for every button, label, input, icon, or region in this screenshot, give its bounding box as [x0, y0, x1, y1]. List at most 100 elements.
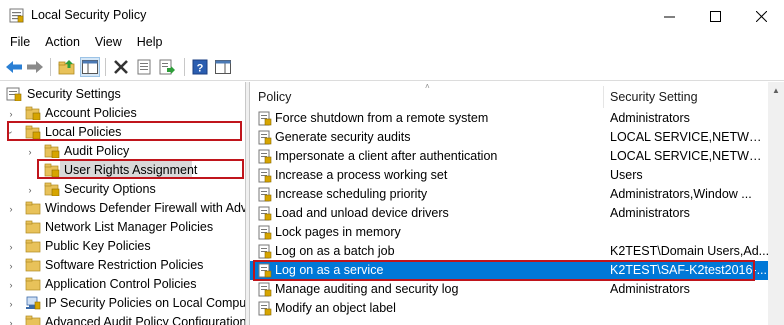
policy-name: Load and unload device drivers: [275, 206, 449, 220]
folder-icon: [25, 220, 41, 234]
policy-item-icon: [258, 111, 272, 126]
close-button[interactable]: [738, 0, 784, 32]
folder-lock-icon: [44, 144, 60, 158]
minimize-icon: [663, 16, 675, 17]
minimize-button[interactable]: [646, 0, 692, 32]
tree-item-label: Security Options: [64, 182, 156, 196]
expand-arrow-icon[interactable]: ›: [6, 237, 16, 256]
expand-arrow-icon[interactable]: ›: [6, 294, 16, 313]
expand-arrow-icon[interactable]: ›: [6, 199, 16, 218]
security-setting-value: Administrators: [610, 282, 690, 296]
console-tree: Security Settings › Account Policies › L…: [0, 82, 246, 325]
folder-icon: [25, 315, 41, 325]
highlight-box-user-rights: [37, 159, 244, 179]
vertical-scrollbar[interactable]: ▲: [768, 82, 784, 325]
policy-item-icon: [258, 149, 272, 164]
policy-name: Increase a process working set: [275, 168, 448, 182]
menu-view[interactable]: View: [95, 32, 122, 53]
tree-item-label: IP Security Policies on Local Computer: [45, 296, 246, 310]
security-setting-value: Administrators: [610, 206, 690, 220]
policy-name: Modify an object label: [275, 301, 396, 315]
title-bar: Local Security Policy: [0, 0, 784, 32]
maximize-icon: [709, 10, 721, 22]
expand-arrow-icon[interactable]: ›: [6, 313, 16, 325]
column-divider[interactable]: [603, 86, 604, 108]
menu-action[interactable]: Action: [45, 32, 80, 53]
folder-lock-icon: [25, 106, 41, 120]
show-tree-icon: [82, 60, 98, 74]
list-row[interactable]: Load and unload device drivers Administra…: [250, 204, 772, 223]
tree-item-label: Network List Manager Policies: [45, 220, 214, 234]
export-list-button[interactable]: [157, 57, 177, 77]
tree-item-windows-defender-firewall[interactable]: › Windows Defender Firewall with Advan: [0, 199, 246, 218]
up-one-level-button[interactable]: [57, 57, 77, 77]
column-header-security-setting[interactable]: Security Setting: [610, 82, 770, 111]
policy-item-icon: [258, 206, 272, 221]
highlight-box-local-policies: [7, 121, 242, 141]
folder-icon: [25, 258, 41, 272]
folder-icon: [25, 201, 41, 215]
policy-item-icon: [258, 244, 272, 259]
list-row[interactable]: Modify an object label: [250, 299, 772, 318]
folder-icon: [25, 277, 41, 291]
security-setting-value: Administrators,Window ...: [610, 187, 752, 201]
security-setting-value: Administrators: [610, 111, 690, 125]
list-row[interactable]: Lock pages in memory: [250, 223, 772, 242]
maximize-button[interactable]: [692, 0, 738, 32]
tree-item-advanced-audit-policy[interactable]: › Advanced Audit Policy Configuration: [0, 313, 245, 325]
list-row[interactable]: Increase scheduling priority Administrato…: [250, 185, 772, 204]
policy-name: Impersonate a client after authenticatio…: [275, 149, 498, 163]
up-folder-icon: [58, 60, 75, 75]
policy-list: ˄ Policy Security Setting Force shutdown…: [249, 82, 784, 325]
forward-button[interactable]: [25, 57, 45, 77]
list-row[interactable]: Increase a process working set Users: [250, 166, 772, 185]
folder-icon: [25, 239, 41, 253]
tree-item-network-list-manager[interactable]: Network List Manager Policies: [0, 218, 245, 237]
scroll-up-arrow-icon[interactable]: ▲: [768, 82, 784, 99]
security-policy-app-icon: [9, 8, 24, 23]
column-header-policy[interactable]: Policy: [258, 82, 608, 111]
console-tree-icon: [215, 60, 231, 74]
policy-item-icon: [258, 225, 272, 240]
list-row[interactable]: Impersonate a client after authenticatio…: [250, 147, 772, 166]
console-tree-button[interactable]: [213, 57, 233, 77]
tree-item-ip-security-policies[interactable]: › IP Security Policies on Local Computer: [0, 294, 246, 313]
policy-item-icon: [258, 187, 272, 202]
delete-button[interactable]: [111, 57, 131, 77]
help-button[interactable]: ?: [190, 57, 210, 77]
tree-root[interactable]: Security Settings: [0, 85, 245, 104]
expand-arrow-icon[interactable]: ›: [25, 180, 35, 199]
expand-arrow-icon[interactable]: ›: [6, 256, 16, 275]
policy-name: Manage auditing and security log: [275, 282, 459, 296]
policy-name: Lock pages in memory: [275, 225, 401, 239]
help-icon: ?: [192, 59, 208, 75]
expand-arrow-icon[interactable]: ›: [6, 275, 16, 294]
back-button[interactable]: [4, 57, 24, 77]
properties-button[interactable]: [134, 57, 154, 77]
column-header-setting-label: Security Setting: [610, 89, 698, 104]
policy-name: Generate security audits: [275, 130, 411, 144]
svg-text:?: ?: [197, 63, 204, 75]
toolbar: ?: [0, 53, 784, 81]
menu-file[interactable]: File: [10, 32, 30, 53]
tree-item-public-key-policies[interactable]: › Public Key Policies: [0, 237, 245, 256]
expand-arrow-icon[interactable]: ›: [25, 142, 35, 161]
list-row[interactable]: Generate security audits LOCAL SERVICE,NE…: [250, 128, 772, 147]
delete-icon: [114, 60, 128, 74]
menu-help[interactable]: Help: [137, 32, 163, 53]
policy-item-icon: [258, 282, 272, 297]
security-settings-icon: [6, 87, 22, 101]
folder-lock-icon: [44, 182, 60, 196]
tree-item-label: Windows Defender Firewall with Advan: [45, 201, 246, 215]
list-row[interactable]: Log on as a batch job K2TEST\Domain Users…: [250, 242, 772, 261]
show-hide-tree-button[interactable]: [80, 57, 100, 77]
close-icon: [755, 10, 767, 22]
list-row[interactable]: Manage auditing and security log Administ…: [250, 280, 772, 299]
export-list-icon: [159, 59, 175, 75]
tree-item-security-options[interactable]: › Security Options: [0, 180, 245, 199]
tree-item-application-control[interactable]: › Application Control Policies: [0, 275, 245, 294]
list-row[interactable]: Force shutdown from a remote system Admin…: [250, 109, 772, 128]
ip-security-icon: [26, 296, 41, 310]
security-setting-value: Users: [610, 168, 643, 182]
tree-item-software-restriction[interactable]: › Software Restriction Policies: [0, 256, 245, 275]
